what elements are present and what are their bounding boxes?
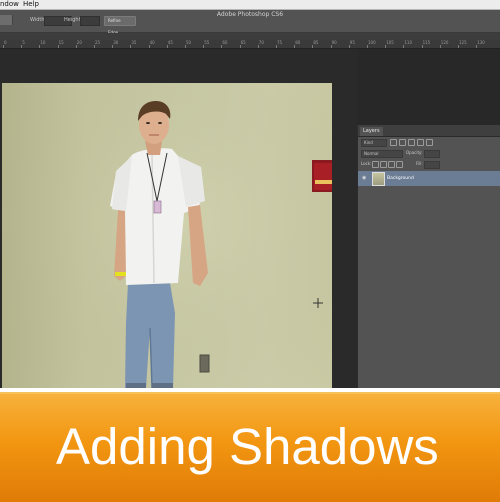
ruler-number: 15 (58, 40, 64, 45)
lock-position-icon[interactable] (388, 161, 395, 168)
ruler-tick (421, 45, 423, 48)
options-bar: Adobe Photoshop CS6 Width: Height: Refin… (0, 10, 500, 35)
ruler-tick (403, 45, 405, 48)
document-tab-strip (0, 33, 500, 40)
lock-row: Lock: Fill: (358, 159, 500, 169)
filter-adjustment-icon[interactable] (399, 139, 406, 146)
blend-mode-select[interactable]: Normal (361, 150, 403, 158)
ruler-number: 55 (204, 40, 210, 45)
ruler-number: 95 (349, 40, 355, 45)
ruler-number: 40 (149, 40, 155, 45)
blend-row: Normal Opacity: (358, 148, 500, 158)
ruler-number: 100 (368, 40, 376, 45)
lock-image-icon[interactable] (380, 161, 387, 168)
layers-tabbar: Layers (358, 125, 500, 137)
lock-icon[interactable] (396, 161, 403, 168)
ruler-number: 130 (477, 40, 485, 45)
ruler-number: 105 (386, 40, 394, 45)
refine-edge-button[interactable]: Refine Edge... (104, 16, 136, 35)
ruler-number: 60 (222, 40, 228, 45)
ruler-number: 115 (422, 40, 431, 45)
banner-title: Adding Shadows (56, 418, 439, 475)
opacity-label: Opacity: (406, 150, 423, 155)
ruler-tick (221, 45, 223, 48)
ruler-tick (439, 45, 441, 48)
lock-transparent-icon[interactable] (372, 161, 379, 168)
ruler-number: 110 (404, 40, 413, 45)
ruler-tick (239, 45, 241, 48)
ruler-tick (130, 45, 132, 48)
lock-label: Lock: (361, 161, 372, 166)
kind-label: Kind (364, 140, 373, 145)
ruler-tick (203, 45, 205, 48)
ruler-number: 10 (40, 40, 46, 45)
ruler-number: 45 (167, 40, 173, 45)
ruler-tick (385, 45, 387, 48)
ruler-tick (348, 45, 350, 48)
blend-mode-value: Normal (364, 151, 379, 156)
title-banner: Adding Shadows (0, 392, 500, 502)
menu-window[interactable]: ndow (0, 0, 19, 9)
ruler-tick (94, 45, 95, 48)
ruler-number: 0 (4, 40, 7, 45)
ruler-number: 90 (331, 40, 337, 45)
ruler-tick (57, 45, 59, 48)
ruler-tick (458, 45, 459, 48)
person-photo (2, 83, 332, 388)
ruler-tick (185, 45, 186, 48)
crosshair-cursor-icon (313, 298, 323, 308)
wall-outlet (199, 354, 210, 373)
ruler-tick (330, 45, 332, 48)
app-title: Adobe Photoshop CS6 (216, 11, 284, 18)
tool-preset-picker[interactable] (0, 15, 13, 25)
ruler-number: 5 (22, 40, 25, 45)
ruler-tick (148, 45, 150, 48)
ruler-tick (75, 45, 77, 48)
ruler-number: 25 (95, 40, 101, 45)
height-field[interactable] (80, 16, 100, 26)
layer-row-background[interactable]: ◉ Background (358, 171, 500, 186)
fill-label: Fill: (416, 161, 423, 166)
tab-layers[interactable]: Layers (360, 127, 383, 136)
ruler-tick (367, 45, 368, 48)
layers-panel: Layers Kind Normal Opacity: Lock: Fill: … (357, 125, 500, 388)
ruler-number: 65 (240, 40, 246, 45)
ruler-tick (294, 45, 296, 48)
filter-type-icon[interactable] (408, 139, 415, 146)
ruler-tick (476, 45, 478, 48)
ruler-tick (39, 45, 41, 48)
kind-filter-select[interactable]: Kind (361, 139, 387, 147)
layer-name: Background (387, 176, 414, 181)
ruler-number: 30 (113, 40, 119, 45)
ruler-number: 80 (295, 40, 301, 45)
filter-shape-icon[interactable] (417, 139, 424, 146)
filter-row: Kind (358, 137, 500, 147)
ruler-number: 85 (313, 40, 319, 45)
filter-pixel-icon[interactable] (390, 139, 397, 146)
fill-field[interactable] (424, 161, 440, 169)
ruler-tick (21, 45, 23, 48)
horizontal-ruler: 0 5 10 15 20 25 30 35 40 45 50 55 60 65 70 75 80 85 90 95 10… (0, 40, 500, 49)
layer-thumbnail (372, 172, 385, 186)
ruler-tick (312, 45, 314, 48)
photo-canvas[interactable] (2, 83, 332, 388)
ruler-number: 20 (76, 40, 82, 45)
ruler-tick (276, 45, 277, 48)
filter-smart-icon[interactable] (426, 139, 433, 146)
menu-bar: ndow Help (0, 0, 500, 10)
ruler-number: 70 (258, 40, 264, 45)
ruler-tick (112, 45, 114, 48)
menu-help[interactable]: Help (23, 0, 39, 9)
ruler-tick (166, 45, 168, 48)
eye-icon[interactable]: ◉ (362, 176, 366, 181)
ruler-number: 75 (277, 40, 283, 45)
opacity-field[interactable] (424, 150, 440, 158)
wall-sign (312, 160, 332, 192)
ruler-number: 50 (186, 40, 192, 45)
ruler-number: 120 (440, 40, 449, 45)
ruler-tick (3, 45, 4, 48)
ruler-number: 35 (131, 40, 137, 45)
ruler-tick (257, 45, 259, 48)
ruler-number: 125 (459, 40, 467, 45)
